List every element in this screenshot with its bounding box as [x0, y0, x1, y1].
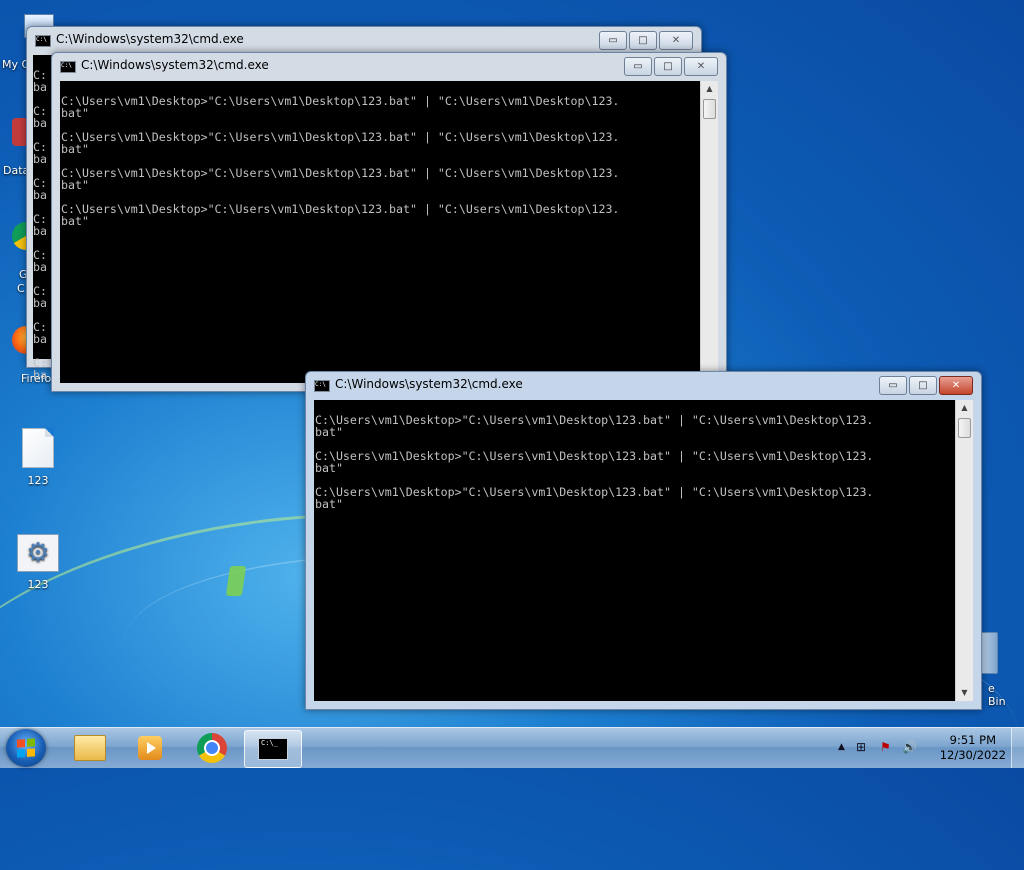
console-output[interactable]: C:\Users\vm1\Desktop>"C:\Users\vm1\Deskt… [314, 400, 955, 701]
desktop-icon-label: 123 [27, 578, 49, 591]
taskbar-media-player-button[interactable] [122, 730, 178, 766]
vertical-scrollbar[interactable]: ▲ [700, 81, 718, 383]
action-center-flag-icon[interactable]: ⚑ [880, 740, 891, 754]
minimize-button[interactable]: ▭ [624, 57, 652, 76]
minimize-button[interactable]: ▭ [879, 376, 907, 395]
desktop-icon-batch-file[interactable]: ⚙ 123 [6, 534, 70, 591]
scroll-thumb[interactable] [703, 99, 716, 119]
desktop-label: C [17, 282, 25, 295]
desktop-icon-label: 123 [27, 474, 49, 487]
clock-time: 9:51 PM [949, 733, 997, 747]
taskbar-chrome-button[interactable] [184, 730, 240, 766]
command-prompt-icon: C:\_ [258, 738, 288, 760]
window-title: C:\Windows\system32\cmd.exe [335, 377, 523, 391]
maximize-button[interactable]: □ [654, 57, 682, 76]
show-desktop-button[interactable] [1011, 728, 1024, 768]
window-title: C:\Windows\system32\cmd.exe [56, 32, 244, 46]
chrome-icon [197, 733, 227, 763]
cmd-app-icon: C:\ [314, 380, 330, 392]
start-button[interactable] [6, 729, 46, 767]
show-hidden-icons-chevron-icon[interactable]: ▲ [838, 742, 845, 752]
cmd-window-middle[interactable]: C:\ C:\Windows\system32\cmd.exe ▭ □ ✕ C:… [51, 52, 727, 392]
cmd-app-icon: C:\ [60, 61, 76, 73]
scroll-down-arrow-icon[interactable]: ▼ [956, 685, 973, 701]
desktop-icon-text-file[interactable]: 123 [6, 428, 70, 487]
media-player-icon [138, 736, 162, 760]
scroll-thumb[interactable] [958, 418, 971, 438]
clock-date: 12/30/2022 [939, 748, 1006, 762]
windows-logo-icon [17, 738, 35, 758]
console-output[interactable]: C:\Users\vm1\Desktop>"C:\Users\vm1\Deskt… [60, 81, 700, 383]
system-tray: ▲ ⊞ ⚑ 🔊 9:51 PM 12/30/2022 [834, 728, 1024, 768]
taskbar-cmd-button[interactable]: C:\_ [244, 730, 302, 768]
close-button[interactable]: ✕ [939, 376, 973, 395]
desktop-label: e Bin [988, 682, 1006, 708]
cmd-window-active[interactable]: C:\ C:\Windows\system32\cmd.exe ▭ □ ✕ C:… [305, 371, 982, 710]
close-button[interactable]: ✕ [659, 31, 693, 50]
window-titlebar[interactable]: C:\ C:\Windows\system32\cmd.exe ▭ □ ✕ [306, 372, 981, 398]
window-titlebar[interactable]: C:\ C:\Windows\system32\cmd.exe ▭ □ ✕ [52, 53, 726, 79]
cmd-app-icon: C:\ [35, 35, 51, 47]
maximize-button[interactable]: □ [909, 376, 937, 395]
vertical-scrollbar[interactable]: ▲ ▼ [955, 400, 973, 701]
text-file-icon [22, 428, 54, 468]
folder-icon [74, 735, 106, 761]
volume-icon[interactable]: 🔊 [902, 740, 917, 754]
clock[interactable]: 9:51 PM 12/30/2022 [940, 733, 1006, 763]
batch-file-gear-icon: ⚙ [17, 534, 59, 572]
close-button[interactable]: ✕ [684, 57, 718, 76]
taskbar-explorer-button[interactable] [62, 730, 118, 766]
taskbar: C:\_ ▲ ⊞ ⚑ 🔊 9:51 PM 12/30/2022 [0, 727, 1024, 768]
scroll-up-arrow-icon[interactable]: ▲ [956, 400, 973, 416]
window-title: C:\Windows\system32\cmd.exe [81, 58, 269, 72]
minimize-button[interactable]: ▭ [599, 31, 627, 50]
network-icon[interactable]: ⊞ [856, 740, 866, 754]
window-titlebar[interactable]: C:\ C:\Windows\system32\cmd.exe ▭ □ ✕ [27, 27, 701, 53]
maximize-button[interactable]: □ [629, 31, 657, 50]
scroll-up-arrow-icon[interactable]: ▲ [701, 81, 718, 97]
